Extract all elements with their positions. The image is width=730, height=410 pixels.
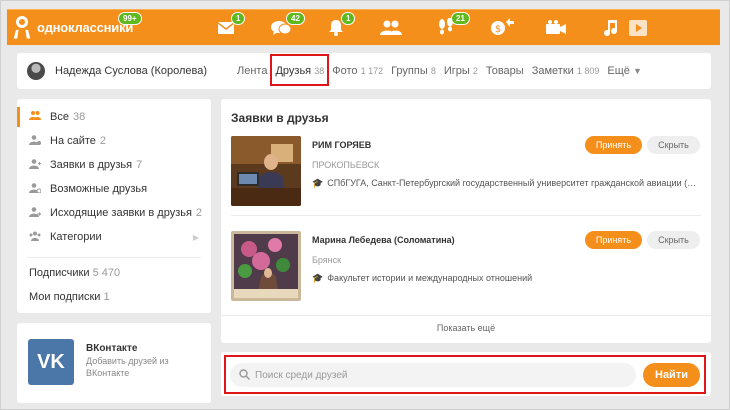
graduation-cap-icon: 🎓 (312, 178, 324, 188)
list-item: Марина Лебедева (Соломатина) Брянск 🎓 Фак… (231, 231, 701, 301)
chat-icon[interactable]: 42 (270, 12, 305, 38)
sidebar-item-all[interactable]: Все 38 (17, 107, 211, 127)
logo-notification-badge: 99+ (118, 12, 142, 25)
camera-icon[interactable] (545, 18, 567, 38)
footprints-icon[interactable]: 21 (435, 12, 470, 38)
notifications-badge: 1 (341, 12, 356, 25)
show-more-link[interactable]: Показать ещё (221, 323, 711, 333)
accept-button[interactable]: Принять (585, 136, 642, 154)
highlight-friends-tab (270, 54, 329, 86)
divider (221, 315, 711, 316)
sidebar-item-categories[interactable]: Категории ▶ (17, 227, 211, 247)
user-city: Брянск (312, 255, 342, 265)
person-online-icon (29, 134, 41, 148)
sidebar-item-requests[interactable]: Заявки в друзья 7 (17, 155, 211, 175)
vk-import-box[interactable]: VK ВКонтакте Добавить друзей из ВКонтакт… (17, 323, 211, 403)
tab-photos[interactable]: Фото 1 172 (332, 65, 383, 77)
hide-button[interactable]: Скрыть (647, 136, 700, 154)
user-name[interactable]: Надежда Суслова (Королева) (55, 65, 207, 77)
ok-logo[interactable]: одноклассники 99+ (13, 12, 142, 39)
sidebar-item-subscriptions[interactable]: Мои подписки 1 (29, 291, 110, 303)
money-icon[interactable]: $ (490, 18, 514, 38)
user-photo[interactable] (231, 231, 301, 301)
tab-feed[interactable]: Лента (237, 65, 267, 77)
sidebar-item-outgoing[interactable]: Исходящие заявки в друзья 2 (17, 203, 211, 223)
envelope-icon[interactable]: 1 (215, 12, 246, 38)
tab-more[interactable]: Ещё ▼ (607, 65, 642, 77)
music-icon[interactable] (600, 18, 622, 38)
graduation-cap-icon: 🎓 (312, 273, 324, 283)
tab-notes[interactable]: Заметки 1 809 (532, 65, 600, 77)
friends-sidebar: Все 38 На сайте 2 Заявки в друзья 7 Возможн… (17, 99, 211, 313)
accept-button[interactable]: Принять (585, 231, 642, 249)
chevron-right-icon: ▶ (192, 232, 199, 242)
divider (231, 215, 701, 216)
chevron-down-icon: ▼ (632, 66, 642, 76)
list-item: РИМ ГОРЯЕВ ПРОКОПЬЕВСК 🎓 СПбГУГА, Санкт-П… (231, 136, 701, 206)
panel-title: Заявки в друзья (231, 111, 329, 125)
sidebar-item-possible[interactable]: Возможные друзья (17, 179, 211, 199)
person-arrow-icon (29, 206, 42, 220)
sidebar-item-online[interactable]: На сайте 2 (17, 131, 211, 151)
user-education: 🎓 СПбГУГА, Санкт-Петербургский государств… (312, 178, 700, 188)
divider (27, 257, 201, 258)
user-city: ПРОКОПЬЕВСК (312, 160, 380, 170)
person-question-icon (29, 182, 42, 196)
tab-products[interactable]: Товары (486, 65, 524, 77)
ok-logo-icon (13, 16, 31, 39)
group-icon (29, 231, 41, 244)
user-name[interactable]: Марина Лебедева (Соломатина) (312, 235, 455, 245)
highlight-search-box (224, 355, 706, 394)
discussions-badge: 42 (286, 12, 305, 25)
video-icon[interactable] (627, 18, 649, 38)
svg-text:$: $ (495, 24, 501, 35)
people-icon (29, 111, 41, 123)
bell-icon[interactable]: 1 (325, 12, 356, 38)
friends-icon[interactable] (380, 18, 402, 38)
vk-title: ВКонтакте (86, 343, 138, 354)
guests-badge: 21 (451, 12, 470, 25)
user-photo[interactable] (231, 136, 301, 206)
vk-logo-icon: VK (28, 339, 74, 385)
messages-badge: 1 (231, 12, 246, 25)
user-education: 🎓 Факультет истории и международных отнош… (312, 273, 533, 283)
user-name[interactable]: РИМ ГОРЯЕВ (312, 140, 371, 150)
tab-games[interactable]: Игры 2 (444, 65, 478, 77)
friend-requests-panel: Заявки в друзья РИМ ГОРЯЕВ ПРОКОПЬЕВСК 🎓… (221, 99, 711, 343)
person-plus-icon (29, 158, 41, 172)
vk-subtitle: Добавить друзей из ВКонтакте (86, 356, 169, 378)
top-navigation-bar: одноклассники 99+ 1 42 1 21 $ (7, 9, 720, 45)
hide-button[interactable]: Скрыть (647, 231, 700, 249)
avatar[interactable] (27, 62, 45, 80)
tab-groups[interactable]: Группы 8 (391, 65, 436, 77)
sidebar-item-subscribers[interactable]: Подписчики 5 470 (29, 267, 120, 279)
profile-strip: Надежда Суслова (Королева) Лента Друзья … (17, 53, 711, 89)
